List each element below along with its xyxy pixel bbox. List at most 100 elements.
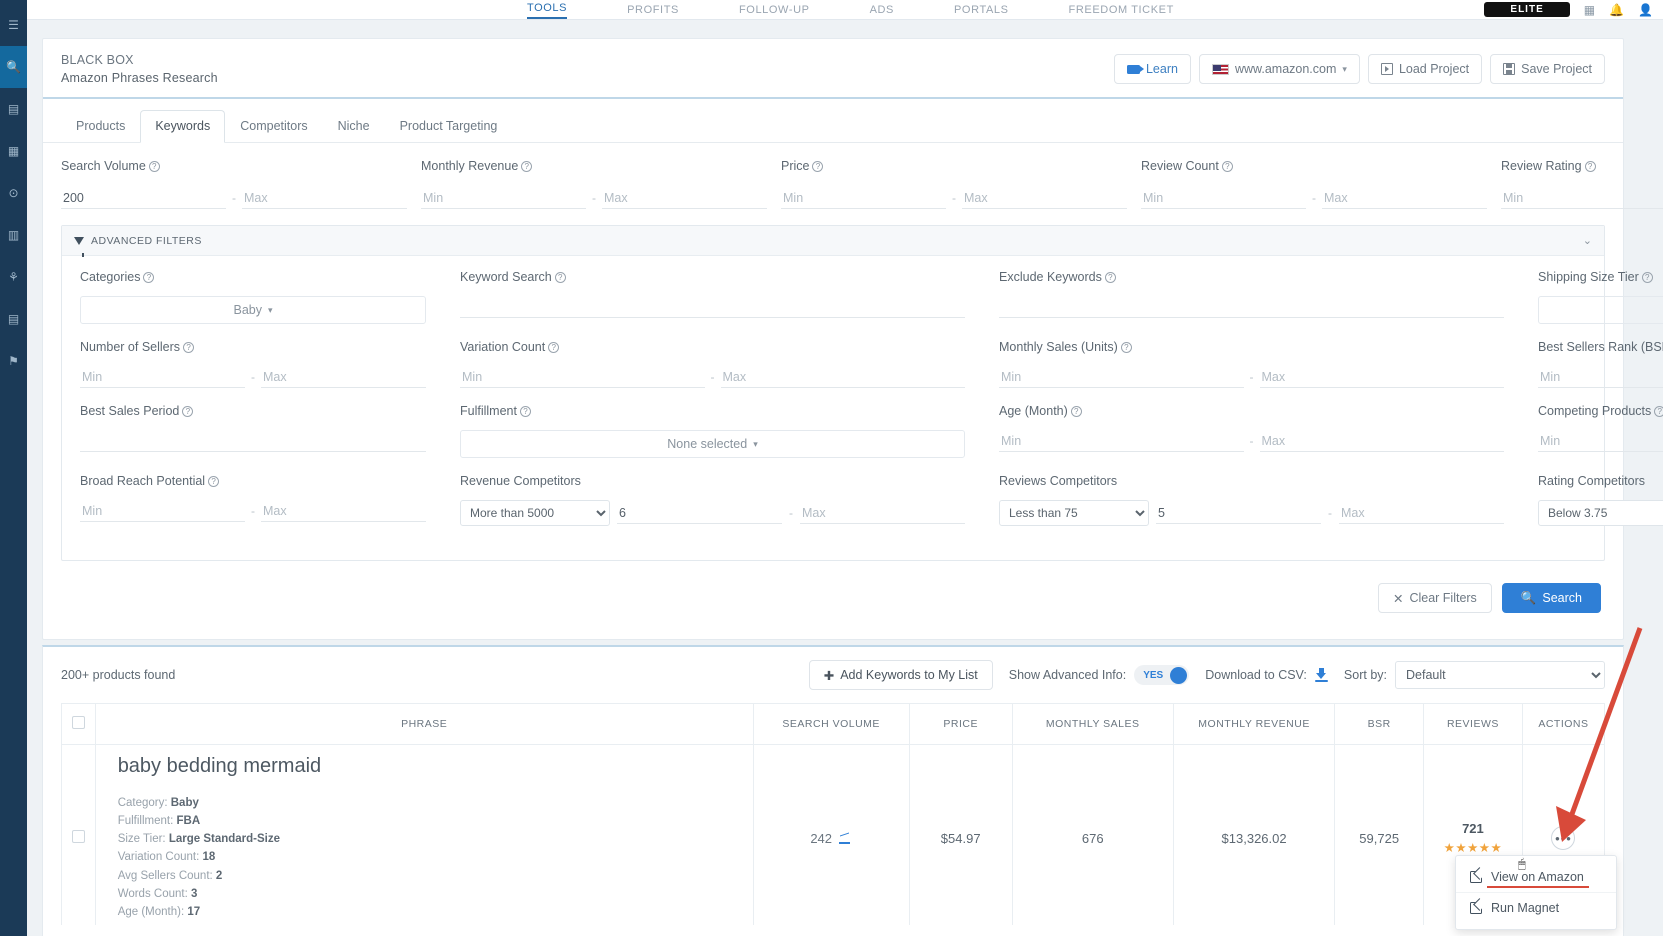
learn-button[interactable]: Learn	[1114, 54, 1191, 84]
select-all-checkbox[interactable]	[72, 716, 85, 729]
min-input[interactable]	[1141, 187, 1306, 209]
help-icon[interactable]: ?	[1642, 272, 1653, 283]
max-input[interactable]	[261, 500, 426, 522]
column-search-volume[interactable]: SEARCH VOLUME	[753, 704, 909, 745]
min-input[interactable]	[61, 187, 226, 209]
reviews-competitors-select[interactable]: Less than 75	[999, 500, 1149, 526]
help-icon[interactable]: ?	[548, 342, 559, 353]
trend-chart-icon[interactable]	[839, 833, 852, 844]
topnav-item-tools[interactable]: TOOLS	[527, 2, 567, 19]
min-input[interactable]	[1501, 187, 1663, 209]
tab-product-targeting[interactable]: Product Targeting	[385, 110, 513, 143]
add-keywords-button[interactable]: ✚ Add Keywords to My List	[809, 660, 993, 690]
avatar[interactable]: 👤	[1638, 3, 1653, 17]
max-input[interactable]	[721, 366, 966, 388]
revenue-competitors-select[interactable]: More than 5000	[460, 500, 610, 526]
column-reviews[interactable]: REVIEWS	[1423, 704, 1522, 745]
help-icon[interactable]: ?	[521, 161, 532, 172]
min-input[interactable]	[1538, 366, 1663, 388]
min-input[interactable]	[999, 366, 1244, 388]
sort-select[interactable]: Default	[1395, 661, 1605, 689]
max-input[interactable]	[800, 502, 965, 524]
column-phrase[interactable]: PHRASE	[95, 704, 753, 745]
grid-icon[interactable]: ▦	[1584, 3, 1595, 17]
tab-products[interactable]: Products	[61, 110, 140, 143]
bell-icon[interactable]: 🔔	[1609, 3, 1624, 17]
max-input[interactable]	[1260, 430, 1505, 452]
help-icon[interactable]: ?	[555, 272, 566, 283]
help-icon[interactable]: ?	[1071, 406, 1082, 417]
rail-item-cerebro[interactable]: ▥	[0, 214, 27, 256]
best-sales-period-input[interactable]	[80, 430, 426, 452]
column-monthly-sales[interactable]: MONTHLY SALES	[1012, 704, 1173, 745]
max-input[interactable]	[242, 187, 407, 209]
rail-item-listing[interactable]: ▤	[0, 298, 27, 340]
max-input[interactable]	[261, 366, 426, 388]
column-bsr[interactable]: BSR	[1335, 704, 1424, 745]
column-price[interactable]: PRICE	[909, 704, 1012, 745]
tab-competitors[interactable]: Competitors	[225, 110, 322, 143]
help-icon[interactable]: ?	[520, 406, 531, 417]
topnav-item-freedom-ticket[interactable]: FREEDOM TICKET	[1069, 4, 1174, 19]
fulfillment-select[interactable]: None selected▾	[460, 430, 965, 458]
min-input[interactable]	[80, 366, 245, 388]
help-icon[interactable]: ?	[1121, 342, 1132, 353]
search-button[interactable]: 🔍 Search	[1502, 583, 1601, 613]
save-project-button[interactable]: Save Project	[1490, 54, 1605, 84]
rail-item-blackbox[interactable]: 🔍	[0, 46, 27, 88]
load-project-button[interactable]: Load Project	[1368, 54, 1482, 84]
column-monthly-revenue[interactable]: MONTHLY REVENUE	[1173, 704, 1335, 745]
shipping-size-tier-select[interactable]: None selected▾	[1538, 296, 1663, 324]
clear-filters-button[interactable]: ✕ Clear Filters	[1378, 583, 1492, 613]
help-icon[interactable]: ?	[1654, 406, 1663, 417]
topnav-item-portals[interactable]: PORTALS	[954, 4, 1009, 19]
advanced-filters-header[interactable]: ADVANCED FILTERS ⌄	[62, 226, 1604, 256]
table-row[interactable]: baby bedding mermaidCategory: BabyFulfil…	[62, 745, 1605, 932]
chevron-down-icon[interactable]: ⌄	[1583, 234, 1592, 247]
marketplace-selector[interactable]: www.amazon.com ▾	[1199, 54, 1360, 84]
advanced-info-toggle[interactable]: YES	[1134, 665, 1189, 685]
download-csv[interactable]: Download to CSV:	[1205, 668, 1328, 682]
tab-niche[interactable]: Niche	[323, 110, 385, 143]
row-checkbox[interactable]	[72, 830, 85, 843]
help-icon[interactable]: ?	[1585, 161, 1596, 172]
min-input[interactable]	[781, 187, 946, 209]
topnav-item-ads[interactable]: ADS	[870, 4, 894, 19]
help-icon[interactable]: ?	[182, 406, 193, 417]
min-input[interactable]	[80, 500, 245, 522]
topnav-item-profits[interactable]: PROFITS	[627, 4, 679, 19]
min-input[interactable]	[460, 366, 705, 388]
help-icon[interactable]: ?	[812, 161, 823, 172]
rail-item-home[interactable]: ☰	[0, 4, 27, 46]
phrase-title[interactable]: baby bedding mermaid	[118, 755, 747, 778]
max-input[interactable]	[1322, 187, 1487, 209]
help-icon[interactable]: ?	[1105, 272, 1116, 283]
min-input[interactable]	[1538, 430, 1663, 452]
tab-keywords[interactable]: Keywords	[140, 110, 225, 143]
help-icon[interactable]: ?	[208, 476, 219, 487]
help-icon[interactable]: ?	[149, 161, 160, 172]
min-input[interactable]	[1156, 502, 1321, 524]
categories-select[interactable]: Baby▾	[80, 296, 426, 324]
rail-item-keywordtracker[interactable]: ⚘	[0, 256, 27, 298]
max-input[interactable]	[602, 187, 767, 209]
min-input[interactable]	[617, 502, 782, 524]
rail-item-alerts[interactable]: ⚑	[0, 340, 27, 382]
max-input[interactable]	[962, 187, 1127, 209]
min-input[interactable]	[421, 187, 586, 209]
row-actions-button[interactable]: •••	[1551, 826, 1575, 850]
max-input[interactable]	[1339, 502, 1504, 524]
rail-item-magnet[interactable]: ⊙	[0, 172, 27, 214]
help-icon[interactable]: ?	[183, 342, 194, 353]
min-input[interactable]	[999, 430, 1244, 452]
help-icon[interactable]: ?	[1222, 161, 1233, 172]
keyword-search-input[interactable]	[460, 296, 965, 318]
topnav-item-followup[interactable]: FOLLOW-UP	[739, 4, 810, 19]
rating-competitors-select[interactable]: Below 3.75	[1538, 500, 1663, 526]
exclude-keywords-input[interactable]	[999, 296, 1504, 318]
rail-item-xray[interactable]: ▦	[0, 130, 27, 172]
max-input[interactable]	[1260, 366, 1505, 388]
help-icon[interactable]: ?	[143, 272, 154, 283]
download-icon[interactable]	[1315, 668, 1328, 682]
context-menu-item-run-magnet[interactable]: Run Magnet	[1456, 892, 1616, 923]
